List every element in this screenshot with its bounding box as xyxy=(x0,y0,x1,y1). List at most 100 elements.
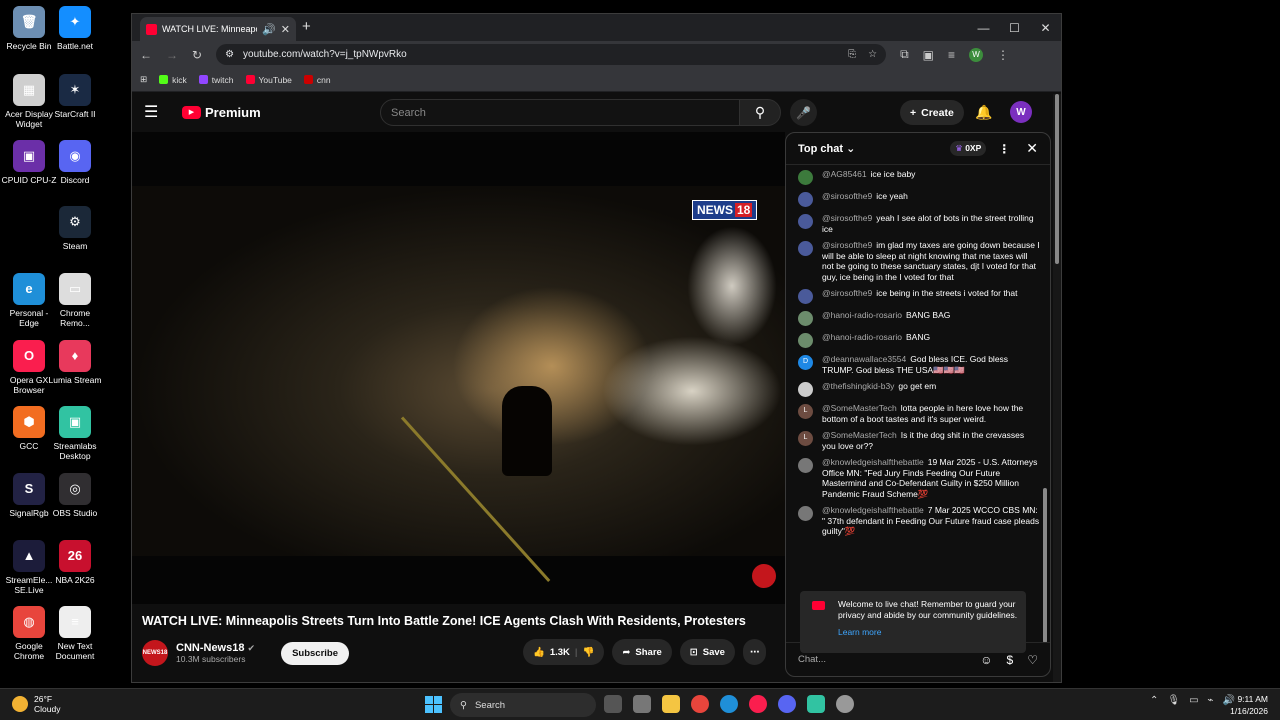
chat-author[interactable]: @deannawallace3554 xyxy=(822,354,906,364)
site-info-icon[interactable]: ⚙ xyxy=(225,49,234,60)
super-chat-icon[interactable]: $ xyxy=(1007,653,1014,667)
youtube-logo[interactable]: ▶ Premium xyxy=(182,105,261,120)
chat-avatar[interactable] xyxy=(798,214,813,229)
active-tab[interactable]: WATCH LIVE: Minneapolis S 🔊 ✕ xyxy=(140,17,296,41)
weather-widget[interactable]: 26°F Cloudy xyxy=(12,694,60,714)
menu-icon[interactable]: ☰ xyxy=(144,102,168,122)
search-button[interactable]: ⚲ xyxy=(739,99,781,126)
chat-message[interactable]: L @SomeMasterTech Is it the dog shit in th… xyxy=(798,428,1040,455)
file-explorer-icon[interactable] xyxy=(662,695,680,713)
user-avatar[interactable]: W xyxy=(1010,101,1032,123)
subscribe-watermark[interactable] xyxy=(752,564,776,588)
forward-icon[interactable]: → xyxy=(166,48,178,62)
chrome-icon[interactable] xyxy=(691,695,709,713)
bookmark-star-icon[interactable]: ☆ xyxy=(868,49,877,60)
desktop-icon[interactable]: ≡ New Text Document xyxy=(46,606,104,661)
chat-message[interactable]: @sirosofthe9 ice yeah xyxy=(798,189,1040,211)
chat-author[interactable]: @hanoi-radio-rosario xyxy=(822,332,902,342)
split-view-icon[interactable]: ▣ xyxy=(923,48,934,62)
top-chat-dropdown[interactable]: Top chat ⌄ xyxy=(798,142,855,155)
emoji-icon[interactable]: ☺ xyxy=(980,653,992,667)
chat-message[interactable]: @sirosofthe9 im glad my taxes are going d… xyxy=(798,238,1040,286)
chat-avatar[interactable] xyxy=(798,333,813,348)
chat-author[interactable]: @thefishingkid-b3y xyxy=(822,381,894,391)
address-bar[interactable]: ⚙ youtube.com/watch?v=j_tpNWpvRko ⎘ ☆ xyxy=(216,44,887,65)
chat-message[interactable]: @knowledgeishalfthebattle 7 Mar 2025 WCCO… xyxy=(798,503,1040,541)
chat-author[interactable]: @sirosofthe9 xyxy=(822,191,872,201)
chat-avatar[interactable] xyxy=(798,311,813,326)
save-button[interactable]: ⊡ Save xyxy=(679,639,735,665)
learn-more-link[interactable]: Learn more xyxy=(838,627,1018,638)
notifications-bell-icon[interactable]: 🔔 xyxy=(975,104,992,121)
media-controls-icon[interactable]: ≡ xyxy=(948,48,955,62)
desktop-icon[interactable]: ✶ StarCraft II xyxy=(46,74,104,119)
install-app-icon[interactable]: ⎘ xyxy=(848,49,856,60)
share-button[interactable]: ➦ Share xyxy=(612,639,672,665)
close-tab-icon[interactable]: ✕ xyxy=(281,23,290,36)
desktop-icon[interactable]: ⚙ Steam xyxy=(46,206,104,251)
new-tab-button[interactable]: + xyxy=(302,18,311,35)
taskbar-search[interactable]: ⚲ Search xyxy=(450,693,596,717)
display-icon[interactable]: ▭ xyxy=(1189,695,1198,706)
chat-author[interactable]: @knowledgeishalfthebattle xyxy=(822,457,924,467)
clock[interactable]: 9:11 AM 1/16/2026 xyxy=(1226,693,1268,717)
chat-avatar[interactable] xyxy=(798,192,813,207)
app-icon[interactable] xyxy=(836,695,854,713)
network-icon[interactable]: ⌁ xyxy=(1208,695,1214,706)
chat-author[interactable]: @sirosofthe9 xyxy=(822,240,872,250)
points-badge[interactable]: ♛ 0XP xyxy=(950,141,987,156)
minimize-button[interactable]: — xyxy=(968,14,999,41)
desktop-icon[interactable]: ◉ Discord xyxy=(46,140,104,185)
browser-menu-icon[interactable]: ⋮ xyxy=(997,48,1009,62)
chat-avatar[interactable] xyxy=(798,170,813,185)
extensions-icon[interactable]: ⧉ xyxy=(900,47,909,62)
chat-message[interactable]: @sirosofthe9 ice being in the streets i v… xyxy=(798,286,1040,308)
chat-avatar[interactable]: D xyxy=(798,355,813,370)
close-chat-icon[interactable]: ✕ xyxy=(1026,140,1038,157)
desktop-icon[interactable]: ◎ OBS Studio xyxy=(46,473,104,518)
desktop-icon[interactable]: ♦ Lumia Stream xyxy=(46,340,104,385)
streamlabs-icon[interactable] xyxy=(807,695,825,713)
voice-search-button[interactable]: 🎤 xyxy=(790,99,817,126)
heart-icon[interactable]: ♡ xyxy=(1027,653,1038,667)
task-view-icon[interactable] xyxy=(604,695,622,713)
start-button[interactable] xyxy=(425,696,442,713)
chat-avatar[interactable] xyxy=(798,289,813,304)
chat-message[interactable]: @hanoi-radio-rosario BANG BAG xyxy=(798,308,1040,330)
chat-avatar[interactable]: L xyxy=(798,431,813,446)
desktop-icon[interactable]: ▭ Chrome Remo... xyxy=(46,273,104,328)
desktop-icon[interactable]: 26 NBA 2K26 xyxy=(46,540,104,585)
chevron-up-icon[interactable]: ⌃ xyxy=(1150,695,1158,706)
mic-tray-icon[interactable]: 🎙 xyxy=(1167,695,1180,706)
more-actions-button[interactable]: ⋯ xyxy=(742,639,767,665)
chat-message[interactable]: L @SomeMasterTech lotta people in here lov… xyxy=(798,401,1040,428)
chat-author[interactable]: @SomeMasterTech xyxy=(822,403,897,413)
channel-avatar[interactable]: NEWS18 xyxy=(142,640,168,666)
subscribe-button[interactable]: Subscribe xyxy=(281,641,350,665)
edge-icon[interactable] xyxy=(720,695,738,713)
chat-author[interactable]: @SomeMasterTech xyxy=(822,430,897,440)
opera-icon[interactable] xyxy=(749,695,767,713)
bookmark-item[interactable]: cnn xyxy=(303,75,331,85)
chat-input[interactable]: Chat... xyxy=(798,654,966,665)
chat-avatar[interactable] xyxy=(798,458,813,473)
close-window-button[interactable]: ✕ xyxy=(1030,14,1061,41)
chat-message[interactable]: D @deannawallace3554 God bless ICE. God bl… xyxy=(798,352,1040,379)
chat-avatar[interactable] xyxy=(798,382,813,397)
maximize-button[interactable]: ☐ xyxy=(999,14,1030,41)
reload-icon[interactable]: ↻ xyxy=(192,48,202,62)
back-icon[interactable]: ← xyxy=(140,48,152,62)
create-button[interactable]: + Create xyxy=(900,100,964,125)
chat-avatar[interactable] xyxy=(798,506,813,521)
video-player[interactable]: NEWS 18 xyxy=(132,132,785,604)
chat-more-icon[interactable]: ⋮ xyxy=(998,142,1010,156)
bookmark-item[interactable]: YouTube xyxy=(245,75,292,85)
desktop-icon[interactable]: ▣ Streamlabs Desktop xyxy=(46,406,104,461)
chat-message[interactable]: @knowledgeishalfthebattle 19 Mar 2025 - U… xyxy=(798,455,1040,503)
chat-author[interactable]: @sirosofthe9 xyxy=(822,213,872,223)
chat-message[interactable]: @AG85461 ice ice baby xyxy=(798,167,1040,189)
thumbs-down-icon[interactable]: 👎 xyxy=(583,647,595,658)
chat-author[interactable]: @AG85461 xyxy=(822,169,867,179)
discord-icon[interactable] xyxy=(778,695,796,713)
page-scrollbar[interactable] xyxy=(1053,94,1061,682)
